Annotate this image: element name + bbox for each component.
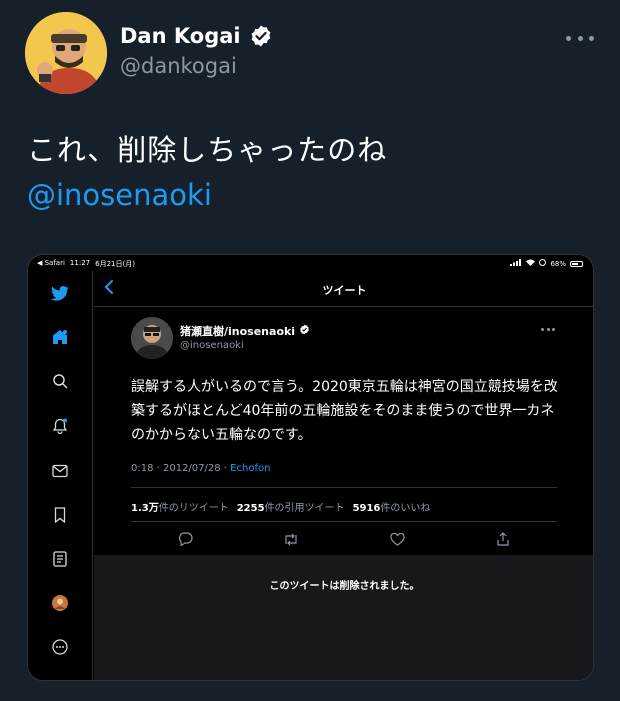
search-icon[interactable] [50, 371, 70, 391]
bookmark-icon[interactable] [50, 505, 70, 525]
more-options-icon[interactable] [566, 28, 594, 48]
reply-icon[interactable] [175, 529, 195, 549]
wifi-icon [526, 259, 536, 268]
retweet-icon[interactable] [281, 529, 301, 549]
status-date: 6月21日(月) [95, 260, 135, 268]
twitter-bird-icon[interactable] [50, 283, 70, 303]
divider [131, 521, 557, 522]
attached-screenshot[interactable]: ◀ Safari 11:27 6月21日(月) 68% ツイート 猪瀬直樹/in… [27, 254, 594, 681]
divider [131, 487, 557, 488]
like-stat[interactable]: 5916件のいいね [353, 499, 431, 514]
tweet-page-header: ツイート [94, 271, 593, 307]
share-icon[interactable] [493, 529, 513, 549]
inner-tweet-time: 0:18 · 2012/07/28 · [131, 463, 231, 474]
inner-tweet-stats: 1.3万件のリツイート 2255件の引用ツイート 5916件のいいね [131, 499, 430, 514]
more-menu-icon[interactable] [50, 637, 70, 657]
status-back-app: ◀ Safari [37, 259, 65, 267]
inner-display-name-text[interactable]: 猪瀬直樹/inosenaoki [180, 323, 295, 339]
mention-link[interactable]: @inosenaoki [27, 178, 212, 212]
status-bar: ◀ Safari 11:27 6月21日(月) 68% [28, 255, 593, 271]
inner-verified-badge-icon [299, 324, 310, 338]
author-handle[interactable]: @dankogai [120, 54, 237, 78]
like-heart-icon[interactable] [387, 529, 407, 549]
retweet-stat[interactable]: 1.3万件のリツイート [131, 499, 229, 514]
messages-mail-icon[interactable] [50, 461, 70, 481]
quote-tweet-stat[interactable]: 2255件の引用ツイート [237, 499, 345, 514]
deleted-notice-panel: このツイートは削除されました。 [94, 555, 593, 680]
profile-avatar-icon[interactable] [50, 593, 70, 613]
inner-tweet-actions [131, 529, 557, 549]
location-icon [539, 259, 547, 268]
inner-tweet-source[interactable]: Echofon [230, 463, 270, 474]
lists-icon[interactable] [50, 549, 70, 569]
tweet-text: これ、削除しちゃったのね [27, 133, 388, 167]
inner-tweet-text: 誤解する人がいるので言う。2020東京五輪は神宮の国立競技場を改築するがほとんど… [131, 379, 558, 443]
author-avatar[interactable] [25, 12, 107, 94]
notifications-bell-icon[interactable] [50, 416, 70, 436]
signal-icon [510, 259, 522, 268]
status-time: 11:27 [69, 259, 91, 267]
battery-percent: 68% [550, 259, 566, 268]
inner-tweet-meta: 0:18 · 2012/07/28 · Echofon [131, 463, 270, 474]
battery-icon [570, 260, 583, 267]
inner-more-options-icon[interactable] [541, 328, 555, 331]
author-display-name[interactable]: Dan Kogai [120, 24, 241, 48]
side-navigation [28, 271, 93, 680]
inner-handle[interactable]: @inosenaoki [180, 340, 244, 351]
verified-badge-icon [249, 24, 273, 48]
inner-author-avatar[interactable] [131, 317, 173, 359]
page-title: ツイート [322, 284, 367, 297]
deleted-notice-text: このツイートは削除されました。 [269, 581, 420, 592]
home-icon[interactable] [50, 327, 70, 347]
inner-display-name[interactable]: 猪瀬直樹/inosenaoki [180, 323, 310, 339]
